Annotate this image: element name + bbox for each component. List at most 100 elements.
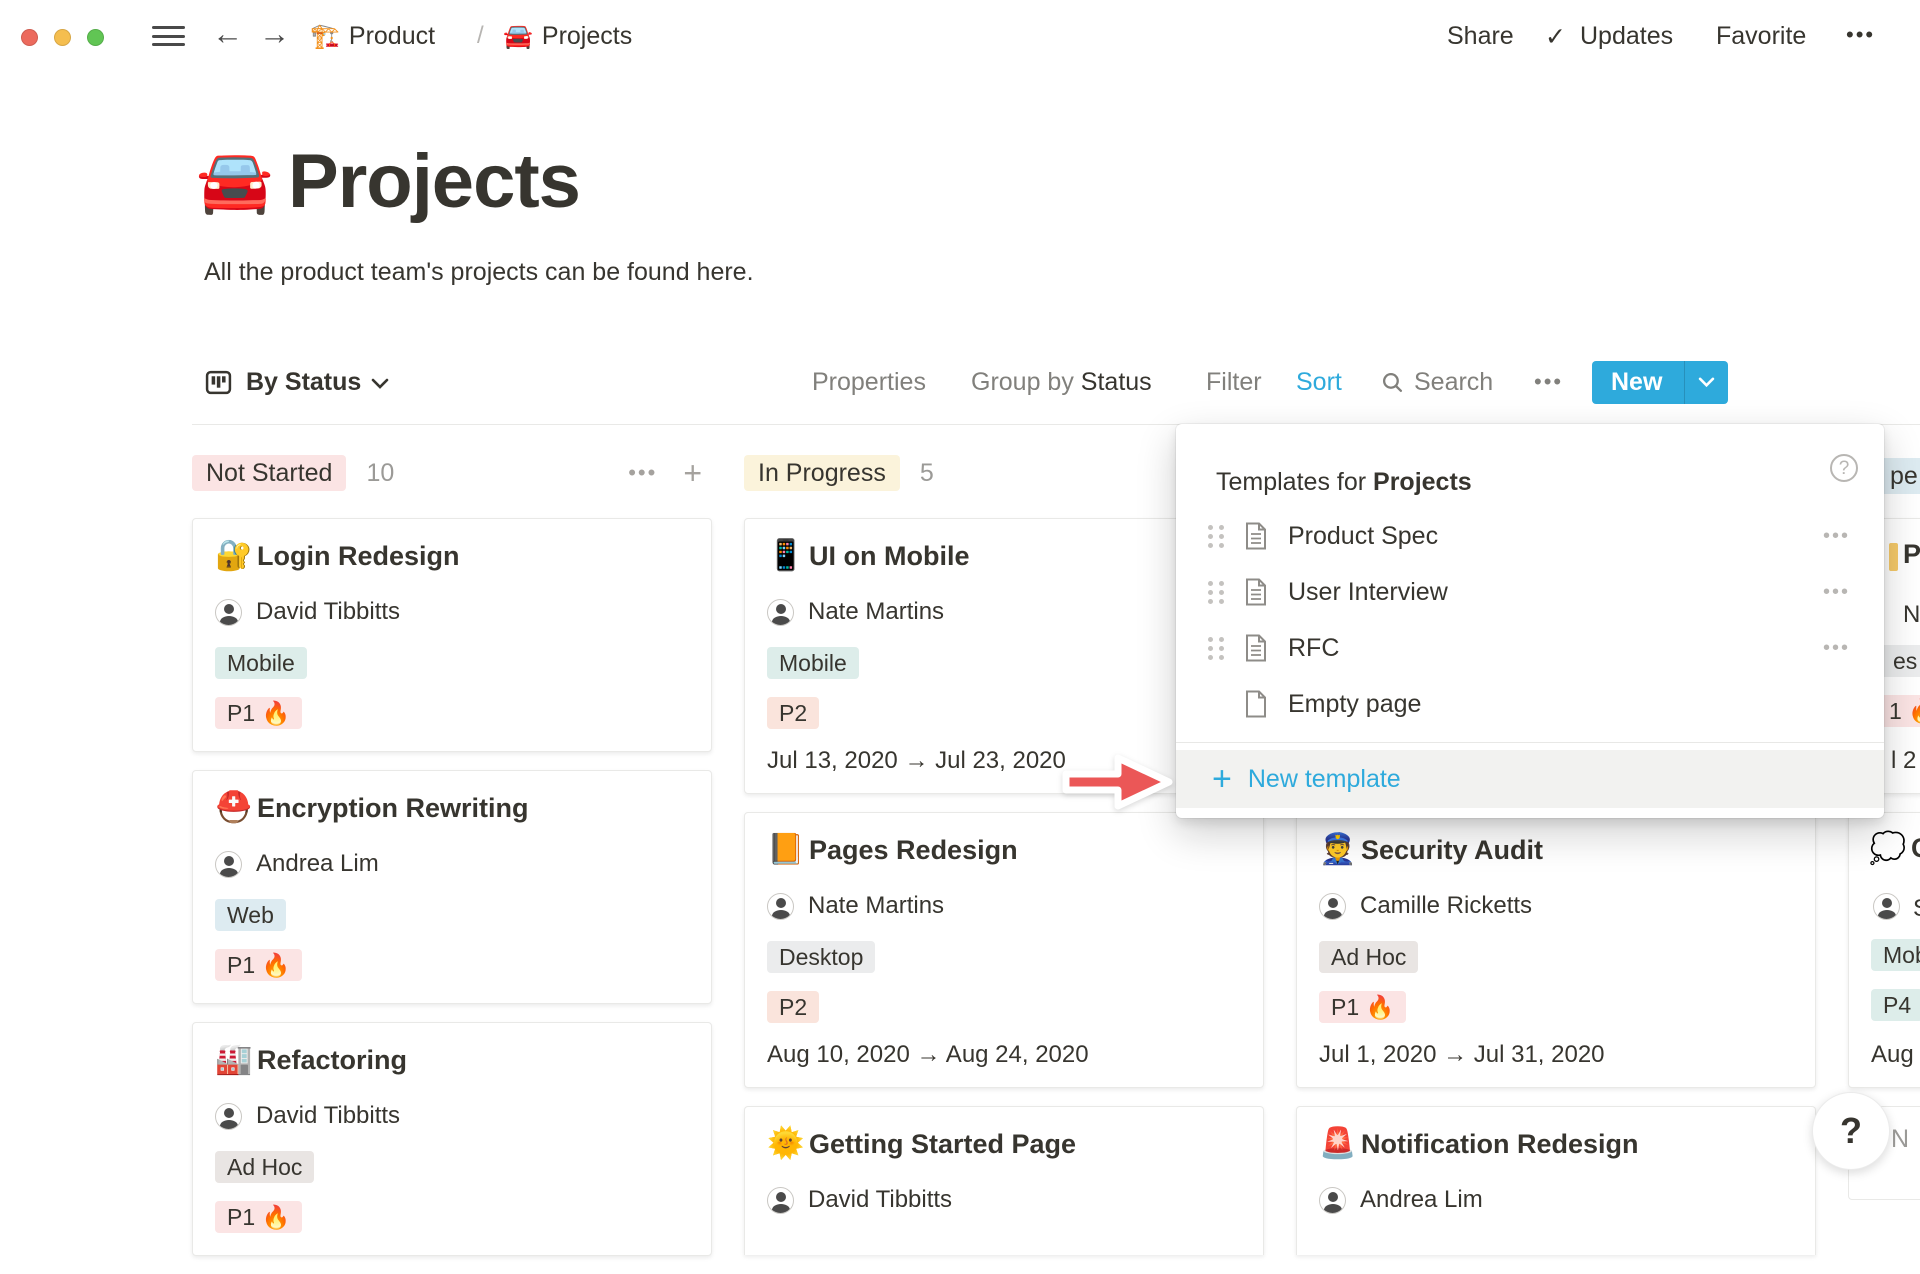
document-icon xyxy=(1244,578,1270,606)
view-selector[interactable]: By Status xyxy=(246,352,389,412)
card-person-row: David Tibbitts xyxy=(215,1101,689,1131)
project-card[interactable]: 📙Pages RedesignNate MartinsDesktopP2Aug … xyxy=(744,812,1264,1088)
toolbar-more-icon[interactable]: ••• xyxy=(1534,352,1563,412)
template-item[interactable]: Empty page xyxy=(1176,676,1884,732)
page-emoji-icon[interactable]: 🚘 xyxy=(196,150,273,212)
traffic-light-minimize-button[interactable] xyxy=(54,29,71,46)
drag-dot xyxy=(1219,599,1224,604)
thought-balloon-emoji-icon: 💭 xyxy=(1869,831,1906,866)
person-avatar xyxy=(1319,893,1346,920)
drag-dot xyxy=(1219,534,1224,539)
card-person-row: Andrea Lim xyxy=(215,849,689,879)
forward-arrow-icon[interactable]: → xyxy=(259,16,290,52)
breadcrumb-projects[interactable]: 🚘Projects xyxy=(503,22,632,51)
new-button[interactable]: New xyxy=(1592,361,1728,404)
breadcrumb-product[interactable]: 🏗️Product xyxy=(310,22,435,51)
search-icon[interactable] xyxy=(1381,371,1404,395)
drag-handle-icon[interactable] xyxy=(1208,637,1228,660)
template-item[interactable]: RFC••• xyxy=(1176,620,1884,676)
card-title-row: 🔐Login Redesign xyxy=(215,539,689,573)
traffic-light-close-button[interactable] xyxy=(21,29,38,46)
project-card[interactable]: ⛑️Encryption RewritingAndrea LimWebP1 🔥 xyxy=(192,770,712,1004)
template-item-more-icon[interactable]: ••• xyxy=(1823,525,1850,548)
column-add-icon[interactable]: + xyxy=(683,455,702,491)
document-icon xyxy=(1244,634,1270,662)
tag-badge: P1 🔥 xyxy=(215,949,302,981)
traffic-light-zoom-button[interactable] xyxy=(87,29,104,46)
template-item-label: Empty page xyxy=(1288,690,1850,719)
person-name: David Tibbitts xyxy=(256,1102,400,1130)
page-description: All the product team's projects can be f… xyxy=(204,258,754,287)
new-template-button[interactable]: + New template xyxy=(1176,750,1884,808)
template-item[interactable]: Product Spec••• xyxy=(1176,508,1884,564)
tag-badge: Mobile xyxy=(767,647,859,679)
share-button[interactable]: Share xyxy=(1447,22,1514,51)
person-avatar xyxy=(1319,1187,1346,1214)
clipped-card-emoji-icon xyxy=(1889,543,1898,571)
person-avatar xyxy=(215,1103,242,1130)
clipped-card-date: l 2 xyxy=(1891,747,1916,775)
tag-badge: Ad Hoc xyxy=(215,1151,314,1183)
drag-handle-icon[interactable] xyxy=(1208,581,1228,604)
help-button[interactable]: ? xyxy=(1812,1092,1890,1170)
group-by-button[interactable]: Group by Status xyxy=(971,352,1152,412)
project-card-clipped[interactable]: 💭 C S Mobile P4 Aug 3 xyxy=(1848,812,1920,1088)
search-button[interactable]: Search xyxy=(1414,352,1493,412)
column-count: 5 xyxy=(920,459,934,488)
back-arrow-icon[interactable]: ← xyxy=(212,16,243,52)
column-status-badge[interactable]: Not Started xyxy=(192,455,346,491)
card-tag-row: Desktop xyxy=(767,941,1241,973)
card-title-row: 🚨Notification Redesign xyxy=(1319,1127,1793,1161)
project-card[interactable]: 🚨Notification Redesign Andrea Lim xyxy=(1296,1106,1816,1255)
card-title-row: 📱UI on Mobile xyxy=(767,539,1241,573)
plus-icon: + xyxy=(1212,751,1232,807)
card-emoji-icon: 🚨 xyxy=(1319,1127,1361,1161)
template-item[interactable]: User Interview••• xyxy=(1176,564,1884,620)
sidebar-menu-icon[interactable] xyxy=(152,26,185,46)
person-avatar xyxy=(767,893,794,920)
tag-badge: Desktop xyxy=(767,941,875,973)
drag-dot xyxy=(1219,543,1224,548)
card-person-row: David Tibbitts xyxy=(767,1185,1241,1215)
clipped-tag-badge: P4 xyxy=(1871,989,1920,1021)
view-toolbar: By Status Properties Group by Status Fil… xyxy=(0,352,1920,414)
project-card[interactable]: 🏭RefactoringDavid TibbittsAd HocP1 🔥 xyxy=(192,1022,712,1256)
card-tag-row: Mobile xyxy=(767,647,1241,679)
project-card[interactable]: 🔐Login RedesignDavid TibbittsMobileP1 🔥 xyxy=(192,518,712,752)
card-emoji-icon: 🔐 xyxy=(215,539,257,573)
new-button-chevron-icon[interactable] xyxy=(1685,377,1728,388)
project-card[interactable]: 👮Security AuditCamille RickettsAd HocP1 … xyxy=(1296,812,1816,1088)
card-title-row: 👮Security Audit xyxy=(1319,833,1793,867)
window-more-icon[interactable]: ••• xyxy=(1846,22,1875,48)
template-item-label: User Interview xyxy=(1288,578,1823,607)
column-more-icon[interactable]: ••• xyxy=(628,460,657,486)
clipped-new-label[interactable]: N xyxy=(1891,1125,1909,1154)
updates-button[interactable]: Updates xyxy=(1580,22,1673,51)
drag-dot xyxy=(1208,534,1213,539)
card-person-row: Nate Martins xyxy=(767,891,1241,921)
card-title-row: 📙Pages Redesign xyxy=(767,833,1241,867)
filter-button[interactable]: Filter xyxy=(1206,352,1262,412)
clipped-card-title: C xyxy=(1911,833,1920,864)
card-emoji-icon: 📙 xyxy=(767,833,809,867)
column-status-badge[interactable]: In Progress xyxy=(744,455,900,491)
template-item-more-icon[interactable]: ••• xyxy=(1823,637,1850,660)
card-date-range: Aug 10, 2020 → Aug 24, 2020 xyxy=(767,1041,1241,1069)
favorite-button[interactable]: Favorite xyxy=(1716,22,1806,51)
card-title: Getting Started Page xyxy=(809,1129,1076,1160)
board-view-icon xyxy=(205,369,232,401)
person-name: Nate Martins xyxy=(808,892,944,920)
template-item-more-icon[interactable]: ••• xyxy=(1823,581,1850,604)
person-name: Andrea Lim xyxy=(1360,1186,1483,1214)
card-emoji-icon: ⛑️ xyxy=(215,791,257,825)
clipped-person-name: S xyxy=(1913,895,1920,923)
popup-help-icon[interactable]: ? xyxy=(1830,454,1858,482)
properties-button[interactable]: Properties xyxy=(812,352,926,412)
drag-dot xyxy=(1208,637,1213,642)
drag-dot xyxy=(1219,646,1224,651)
sort-button[interactable]: Sort xyxy=(1296,352,1342,412)
person-avatar xyxy=(215,851,242,878)
template-list: Product Spec•••User Interview•••RFC•••Em… xyxy=(1176,508,1884,732)
project-card[interactable]: 🌞Getting Started PageDavid Tibbitts xyxy=(744,1106,1264,1255)
drag-handle-icon[interactable] xyxy=(1208,525,1228,548)
